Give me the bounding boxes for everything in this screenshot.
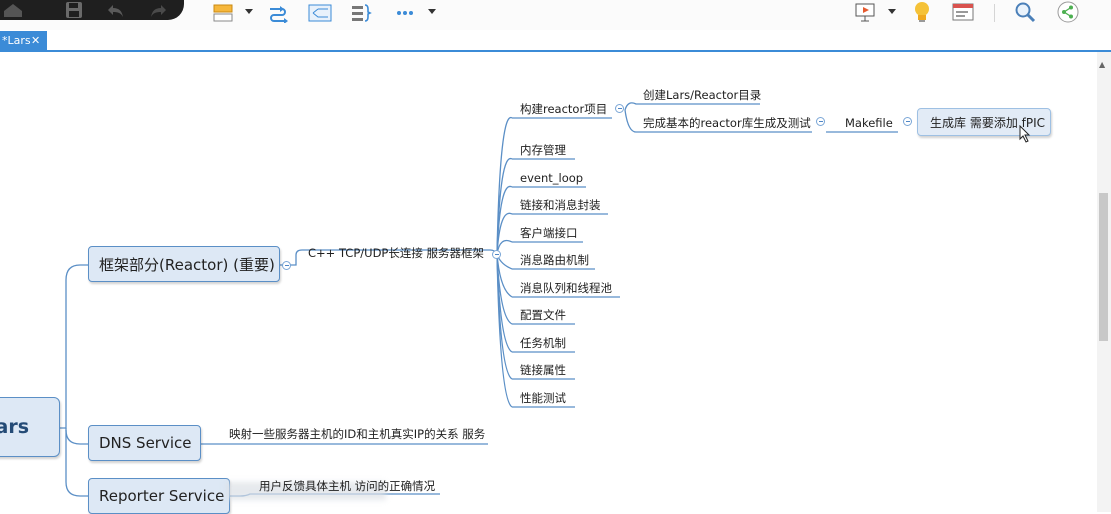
subtopic-task-mechanism[interactable]: 任务机制: [520, 336, 566, 350]
collapse-toggle[interactable]: [615, 104, 624, 113]
collapse-toggle[interactable]: [816, 117, 825, 126]
topic-framework[interactable]: 框架部分(Reactor) (重要): [88, 246, 280, 282]
subtopic-memory[interactable]: 内存管理: [520, 143, 566, 157]
subtopic-client-interface[interactable]: 客户端接口: [520, 226, 578, 240]
root-topic[interactable]: Lars: [0, 397, 60, 457]
collapse-toggle[interactable]: [903, 117, 912, 126]
collapse-toggle[interactable]: [282, 261, 291, 270]
scroll-up-icon[interactable]: ▲: [1099, 60, 1105, 69]
subtopic-build-reactor[interactable]: 构建reactor项目: [520, 102, 607, 116]
subtopic-config-file[interactable]: 配置文件: [520, 308, 566, 322]
subtopic-makefile[interactable]: Makefile: [845, 116, 893, 130]
root-topic-label: Lars: [0, 416, 29, 438]
subtopic-dns-desc[interactable]: 映射一些服务器主机的ID和主机真实IP的关系 服务: [229, 427, 485, 441]
subtopic-event-loop[interactable]: event_loop: [520, 171, 583, 185]
topic-reporter-label: Reporter Service: [99, 487, 225, 505]
scrollbar-thumb[interactable]: [1099, 193, 1108, 341]
subtopic-performance-test[interactable]: 性能测试: [520, 391, 566, 405]
subtopic-build-lib[interactable]: 完成基本的reactor库生成及测试: [643, 116, 811, 130]
subtopic-link-message[interactable]: 链接和消息封装: [520, 198, 601, 212]
subtopic-framework-branch[interactable]: C++ TCP/UDP长连接 服务器框架: [308, 246, 484, 260]
collapse-toggle[interactable]: [492, 250, 501, 259]
subtopic-link-attributes[interactable]: 链接属性: [520, 363, 566, 377]
mouse-cursor-icon: [1018, 124, 1032, 144]
topic-dns-service[interactable]: DNS Service: [88, 425, 201, 461]
subtopic-create-dir[interactable]: 创建Lars/Reactor目录: [643, 88, 761, 102]
subtopic-queue-threadpool[interactable]: 消息队列和线程池: [520, 281, 612, 295]
subtopic-reporter-desc[interactable]: 用户反馈具体主机 访问的正确情况: [259, 479, 435, 493]
subtopic-message-routing[interactable]: 消息路由机制: [520, 253, 589, 267]
topic-dns-label: DNS Service: [99, 434, 192, 452]
topic-framework-label: 框架部分(Reactor) (重要): [99, 255, 275, 274]
topic-reporter-service[interactable]: Reporter Service: [88, 478, 230, 514]
